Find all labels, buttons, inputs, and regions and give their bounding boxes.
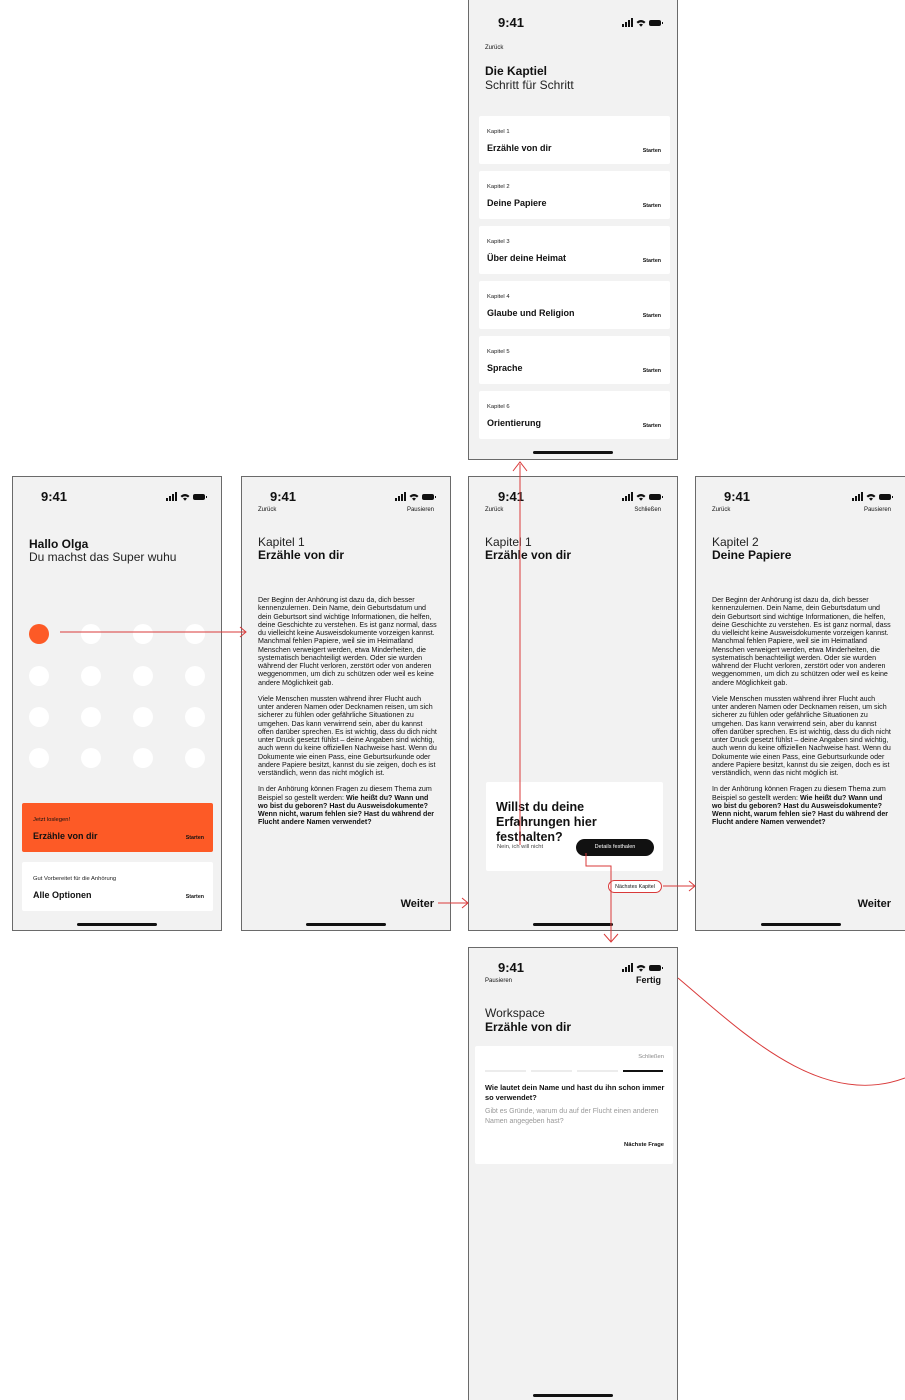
flow-arrow <box>585 853 612 942</box>
flow-connectors <box>60 461 905 1086</box>
flow-arrow <box>677 977 905 1086</box>
